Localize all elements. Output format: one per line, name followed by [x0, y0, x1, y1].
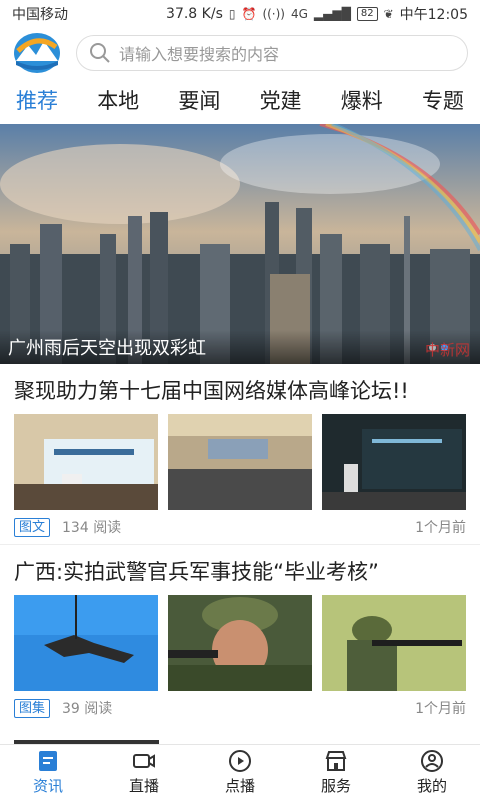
- user-icon: [421, 750, 443, 772]
- store-icon: [325, 751, 347, 771]
- article-thumbnail[interactable]: [14, 595, 158, 691]
- status-bar: 中国移动 37.8 K/s ▯ ⏰ ((·)) 4G ▂▄▆█ 82 ❦ 中午1…: [0, 0, 480, 28]
- article-thumbnail[interactable]: [168, 595, 312, 691]
- status-indicators: 37.8 K/s ▯ ⏰ ((·)) 4G ▂▄▆█ 82 ❦ 中午12:05: [166, 4, 468, 24]
- top-bar: 请输入想要搜索的内容: [0, 28, 480, 78]
- search-icon: [90, 43, 110, 63]
- search-placeholder: 请输入想要搜索的内容: [119, 45, 280, 64]
- banner-watermark: 中新网: [424, 341, 470, 359]
- article-thumbnail[interactable]: [14, 414, 158, 510]
- nav-label: 点播: [224, 777, 255, 795]
- publish-time: 1个月前: [415, 520, 466, 536]
- tab-recommend[interactable]: 推荐: [14, 81, 60, 119]
- tab-headlines[interactable]: 要闻: [176, 81, 222, 119]
- bottom-nav: 资讯 直播 点播 服务 我的: [0, 744, 480, 800]
- leaf-icon: ❦: [383, 7, 394, 21]
- wifi-icon: ((·)): [262, 7, 285, 21]
- banner-carousel[interactable]: 广州雨后天空出现双彩虹 中新网: [0, 124, 480, 364]
- tab-local[interactable]: 本地: [95, 81, 141, 119]
- article-tag: 图文: [14, 517, 51, 537]
- banner-title: 广州雨后天空出现双彩虹: [8, 338, 206, 359]
- app-logo[interactable]: [12, 31, 62, 75]
- battery-icon: 82: [356, 7, 378, 21]
- clock: 中午12:05: [399, 7, 468, 23]
- article-item[interactable]: 聚现助力第十七届中国网络媒体高峰论坛!! 图文 134 阅读 1个月前: [0, 364, 480, 545]
- live-icon: [133, 754, 155, 768]
- article-thumbnail[interactable]: [168, 414, 312, 510]
- article-thumbnail[interactable]: [322, 414, 466, 510]
- nav-label: 我的: [416, 777, 447, 795]
- read-count: 39 阅读: [62, 701, 113, 717]
- nav-label: 直播: [128, 777, 159, 795]
- nav-vod[interactable]: 点播: [200, 749, 280, 796]
- nav-profile[interactable]: 我的: [392, 749, 472, 796]
- nav-label: 资讯: [32, 777, 63, 795]
- article-item[interactable]: 广西:实拍武警官兵军事技能“毕业考核” 图集 39 阅读 1个月前: [0, 545, 480, 725]
- banner-image: [0, 124, 480, 364]
- search-box[interactable]: 请输入想要搜索的内容: [76, 35, 468, 71]
- signal-icon: ▂▄▆█: [313, 7, 351, 21]
- nav-services[interactable]: 服务: [296, 749, 376, 796]
- network-type: 4G: [290, 7, 308, 21]
- article-tag: 图集: [14, 698, 51, 718]
- article-title[interactable]: 广西:实拍武警官兵军事技能“毕业考核”: [14, 557, 466, 587]
- carrier-label: 中国移动: [12, 7, 68, 23]
- article-meta: 图集 39 阅读 1个月前: [14, 691, 466, 725]
- play-icon: [229, 750, 251, 772]
- article-thumbnails: [14, 414, 466, 510]
- alarm-icon: ⏰: [241, 7, 257, 21]
- tab-tips[interactable]: 爆料: [339, 81, 385, 119]
- read-count: 134 阅读: [62, 520, 122, 536]
- nav-news[interactable]: 资讯: [8, 749, 88, 796]
- tab-topics[interactable]: 专题: [420, 81, 466, 119]
- article-thumbnail[interactable]: [322, 595, 466, 691]
- news-icon: [39, 751, 57, 771]
- nav-label: 服务: [320, 777, 351, 795]
- network-speed: 37.8 K/s: [166, 6, 223, 22]
- article-title[interactable]: 聚现助力第十七届中国网络媒体高峰论坛!!: [14, 376, 466, 406]
- tab-party[interactable]: 党建: [258, 81, 304, 119]
- article-thumbnails: [14, 595, 466, 691]
- publish-time: 1个月前: [415, 701, 466, 717]
- category-tabs: 推荐 本地 要闻 党建 爆料 专题: [0, 78, 480, 122]
- nav-live[interactable]: 直播: [104, 749, 184, 796]
- vibrate-icon: ▯: [228, 7, 236, 21]
- banner-caption: 广州雨后天空出现双彩虹: [0, 330, 480, 364]
- article-meta: 图文 134 阅读 1个月前: [14, 510, 466, 544]
